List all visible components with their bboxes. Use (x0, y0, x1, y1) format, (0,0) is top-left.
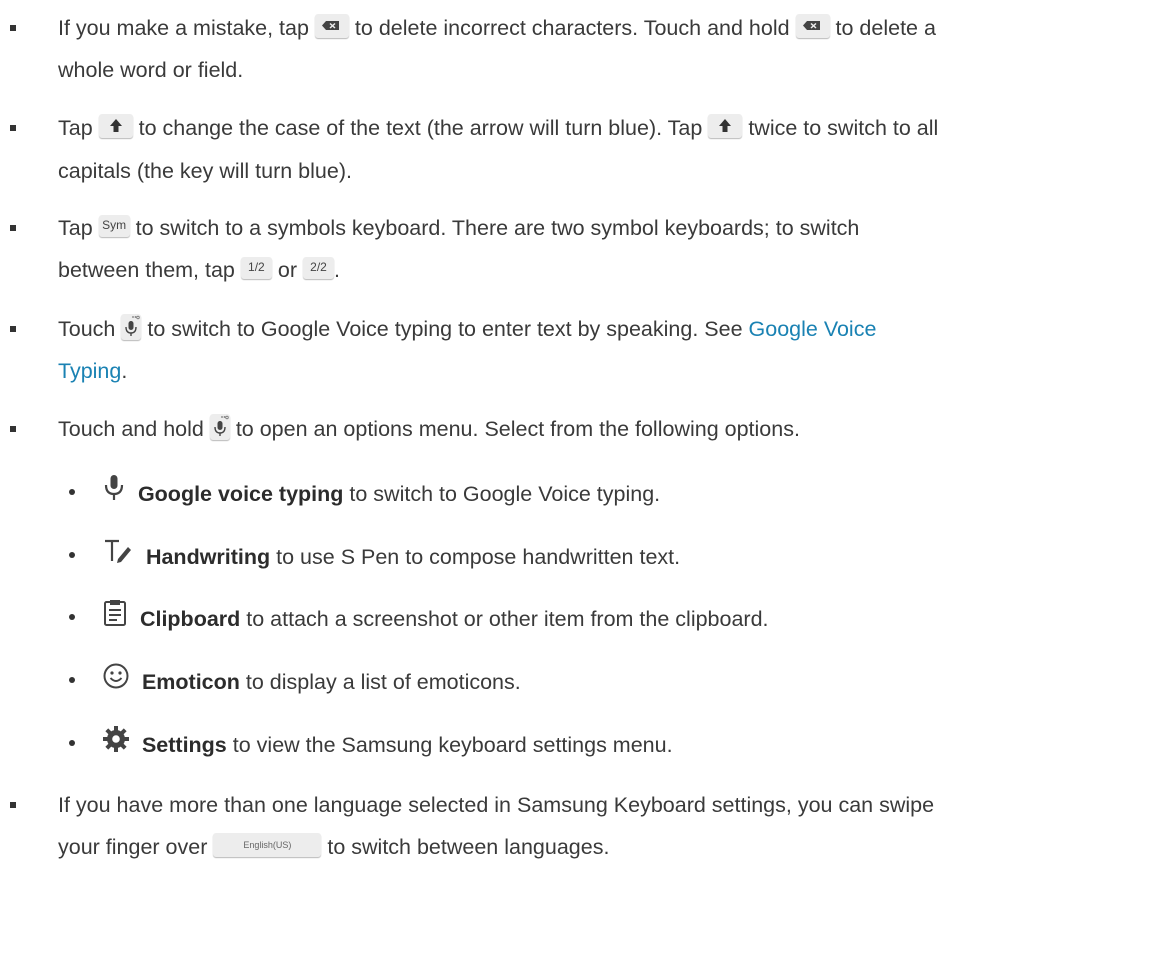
square-bullet (10, 802, 16, 808)
google-voice-typing-link[interactable]: Typing (58, 359, 121, 383)
voice-key-icon (121, 314, 142, 341)
shift-key-icon (98, 114, 133, 139)
dot-bullet (69, 489, 75, 495)
text-line: capitals (the key will turn blue). (58, 159, 352, 183)
emoticon-icon (102, 662, 130, 697)
text-line: Google voice typing to switch to Google … (102, 475, 660, 513)
language-key: English(US) (213, 833, 322, 858)
square-bullet (10, 326, 16, 332)
text-line: Emoticon to display a list of emoticons. (102, 663, 521, 701)
text-line: your finger over English(US) to switch b… (58, 833, 610, 859)
text-line: If you make a mistake, tap to delete inc… (58, 14, 936, 40)
square-bullet (10, 125, 16, 131)
text-line: Tap Sym to switch to a symbols keyboard.… (58, 215, 860, 240)
handwriting-icon (102, 537, 134, 572)
square-bullet (10, 225, 16, 231)
dot-bullet (69, 614, 75, 620)
text-line: Handwriting to use S Pen to compose hand… (102, 539, 680, 576)
page-1-2-key: 1/2 (240, 257, 272, 280)
square-bullet (10, 426, 16, 432)
delete-key-icon (314, 14, 349, 39)
gear-icon (102, 725, 130, 760)
text-line: Typing. (58, 359, 128, 383)
shift-key-icon (708, 114, 743, 139)
square-bullet (10, 25, 16, 31)
google-voice-typing-link[interactable]: Google Voice (749, 317, 877, 341)
text-line: Tap to change the case of the text (the … (58, 114, 939, 140)
dot-bullet (69, 552, 75, 558)
delete-key-icon (795, 14, 830, 39)
text-line: Touch and hold to open an options menu. … (58, 414, 800, 443)
text-line: between them, tap 1/2 or 2/2. (58, 257, 340, 282)
clipboard-icon (102, 599, 128, 634)
sym-key: Sym (98, 215, 130, 238)
text-line: Touch to switch to Google Voice typing t… (58, 314, 877, 343)
document-page: If you make a mistake, tap to delete inc… (0, 0, 1171, 972)
microphone-icon (102, 474, 126, 509)
text-line: If you have more than one language selec… (58, 793, 935, 817)
voice-key-icon (209, 414, 230, 441)
text-line: Settings to view the Samsung keyboard se… (102, 726, 673, 764)
dot-bullet (69, 677, 75, 683)
text-line: Clipboard to attach a screenshot or othe… (102, 600, 769, 638)
text-line: whole word or field. (58, 58, 244, 82)
dot-bullet (69, 740, 75, 746)
page-2-2-key: 2/2 (302, 257, 334, 280)
